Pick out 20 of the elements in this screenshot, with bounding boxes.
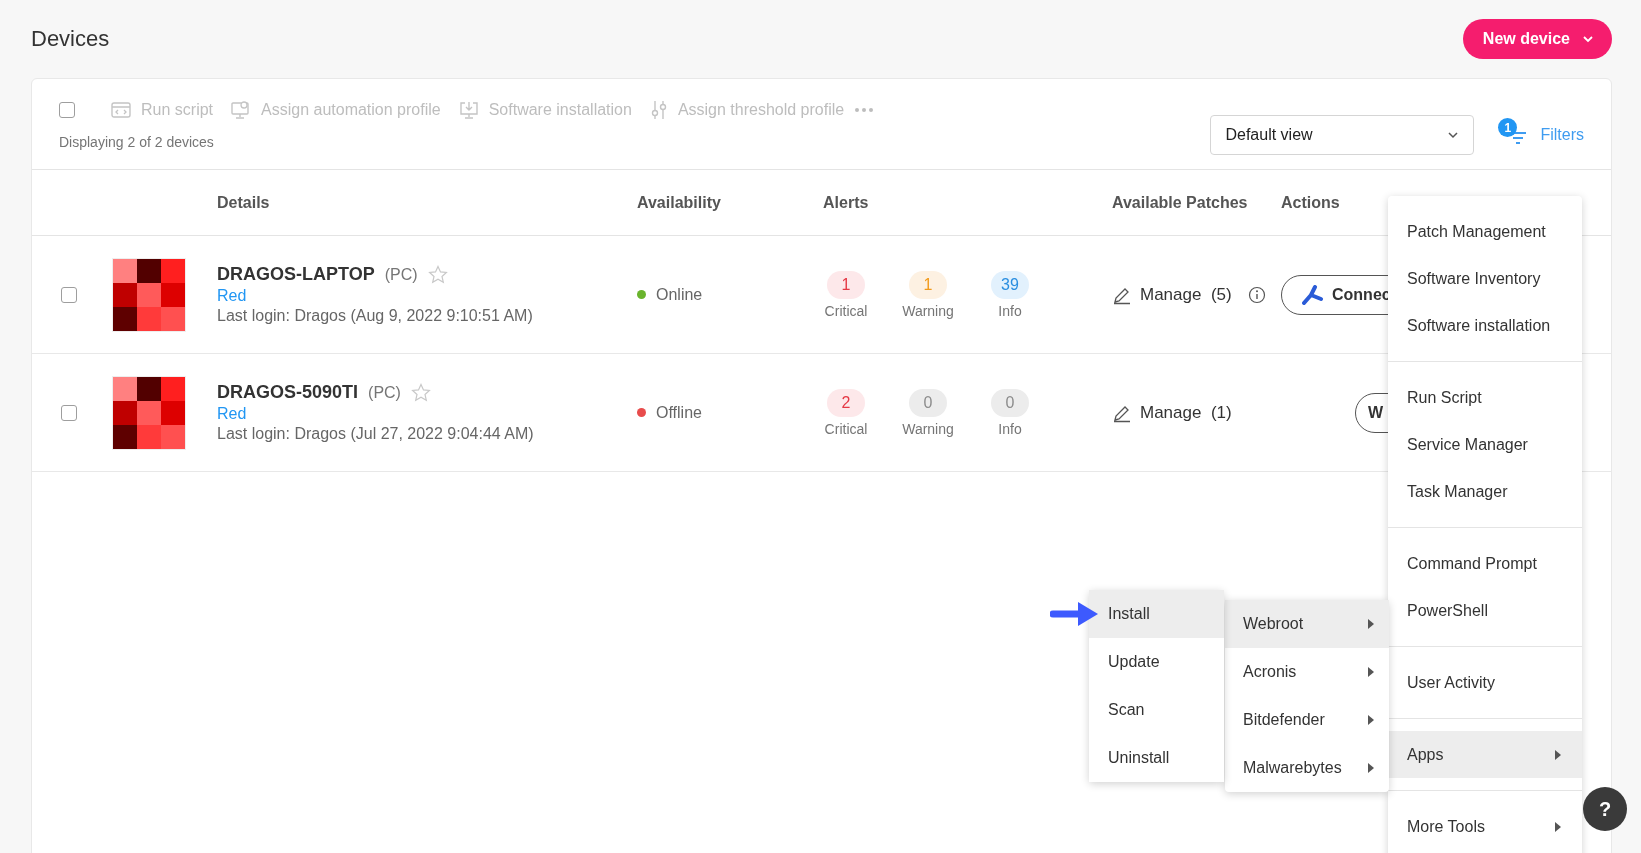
status-text: Online <box>656 285 703 304</box>
alert-label: Info <box>998 420 1022 437</box>
device-type: (PC) <box>384 265 418 284</box>
column-header: Actions <box>1281 193 1341 212</box>
last-login: Last login: Dragos (Jul 27, 2022 9:04:44 AM) <box>217 425 535 443</box>
alert-label: Critical <box>824 302 868 319</box>
column-header: Availability <box>637 193 722 212</box>
column-header: Available Patches <box>1112 193 1249 212</box>
alert-label: Critical <box>824 420 868 437</box>
page-title: Devices <box>31 26 110 52</box>
alert-label: Warning <box>902 420 954 437</box>
column-header: Alerts <box>823 193 870 212</box>
device-type: (PC) <box>368 383 401 402</box>
last-login: Last login: Dragos (Aug 9, 2022 9:10:51 AM) <box>217 307 534 325</box>
filter-badge: 1 <box>1498 118 1518 137</box>
alert-label: Warning <box>902 302 954 319</box>
alert-label: Info <box>998 302 1022 319</box>
device-count: Displaying 2 of 2 devices <box>59 134 215 150</box>
column-header: Details <box>217 193 271 212</box>
status-text: Offline <box>656 403 702 422</box>
